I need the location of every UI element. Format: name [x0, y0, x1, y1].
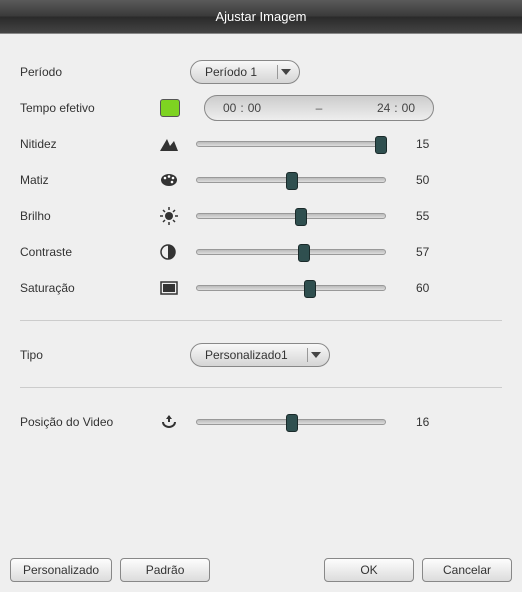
value-brilho: 55: [416, 209, 446, 223]
active-color-chip[interactable]: [160, 99, 180, 117]
value-matiz: 50: [416, 173, 446, 187]
time-from-hour: 00: [223, 101, 236, 115]
slider-saturacao[interactable]: [196, 285, 386, 291]
label-tipo: Tipo: [20, 348, 160, 362]
value-saturacao: 60: [416, 281, 446, 295]
time-separator: –: [271, 101, 367, 115]
label-saturacao: Saturação: [20, 281, 160, 295]
label-posicao: Posição do Video: [20, 415, 160, 429]
slider-thumb[interactable]: [298, 244, 310, 262]
slider-thumb[interactable]: [304, 280, 316, 298]
padrao-button[interactable]: Padrão: [120, 558, 210, 582]
row-contraste: Contraste 57: [20, 234, 502, 270]
tipo-select-value: Personalizado1: [205, 348, 288, 362]
row-matiz: Matiz 50: [20, 162, 502, 198]
time-from-min: 00: [248, 101, 261, 115]
contrast-icon: [160, 244, 190, 260]
label-contraste: Contraste: [20, 245, 160, 259]
label-brilho: Brilho: [20, 209, 160, 223]
slider-thumb[interactable]: [286, 172, 298, 190]
slider-brilho[interactable]: [196, 213, 386, 219]
palette-icon: [160, 173, 190, 187]
time-to-min: 00: [402, 101, 415, 115]
slider-matiz[interactable]: [196, 177, 386, 183]
slider-thumb[interactable]: [375, 136, 387, 154]
brightness-icon: [160, 207, 190, 225]
chevron-down-icon: [277, 65, 293, 79]
slider-thumb[interactable]: [295, 208, 307, 226]
time-range-input[interactable]: 00 : 00 – 24 : 00: [204, 95, 434, 121]
label-matiz: Matiz: [20, 173, 160, 187]
row-periodo: Período Período 1: [20, 54, 502, 90]
slider-thumb[interactable]: [286, 414, 298, 432]
label-periodo: Período: [20, 65, 160, 79]
row-brilho: Brilho 55: [20, 198, 502, 234]
row-nitidez: Nitidez 15: [20, 126, 502, 162]
chevron-down-icon: [307, 348, 323, 362]
section-divider: [20, 387, 502, 388]
slider-contraste[interactable]: [196, 249, 386, 255]
personalizado-button[interactable]: Personalizado: [10, 558, 112, 582]
value-contraste: 57: [416, 245, 446, 259]
section-divider: [20, 320, 502, 321]
saturation-icon: [160, 281, 190, 295]
label-nitidez: Nitidez: [20, 137, 160, 151]
sharpness-icon: [160, 137, 190, 151]
footer-buttons: Personalizado Padrão OK Cancelar: [0, 558, 522, 582]
ok-button[interactable]: OK: [324, 558, 414, 582]
row-saturacao: Saturação 60: [20, 270, 502, 306]
slider-posicao[interactable]: [196, 419, 386, 425]
window-title: Ajustar Imagem: [215, 9, 306, 24]
title-bar: Ajustar Imagem: [0, 0, 522, 34]
tipo-select[interactable]: Personalizado1: [190, 343, 330, 367]
position-icon: [160, 414, 190, 430]
periodo-select[interactable]: Período 1: [190, 60, 300, 84]
periodo-select-value: Período 1: [205, 65, 257, 79]
value-posicao: 16: [416, 415, 446, 429]
row-tempo: Tempo efetivo 00 : 00 – 24 : 00: [20, 90, 502, 126]
row-posicao: Posição do Video 16: [20, 404, 502, 440]
row-tipo: Tipo Personalizado1: [20, 337, 502, 373]
cancelar-button[interactable]: Cancelar: [422, 558, 512, 582]
label-tempo: Tempo efetivo: [20, 101, 160, 115]
content-area: Período Período 1 Tempo efetivo 00 : 00 …: [0, 34, 522, 450]
value-nitidez: 15: [416, 137, 446, 151]
time-to-hour: 24: [377, 101, 390, 115]
slider-nitidez[interactable]: [196, 141, 386, 147]
